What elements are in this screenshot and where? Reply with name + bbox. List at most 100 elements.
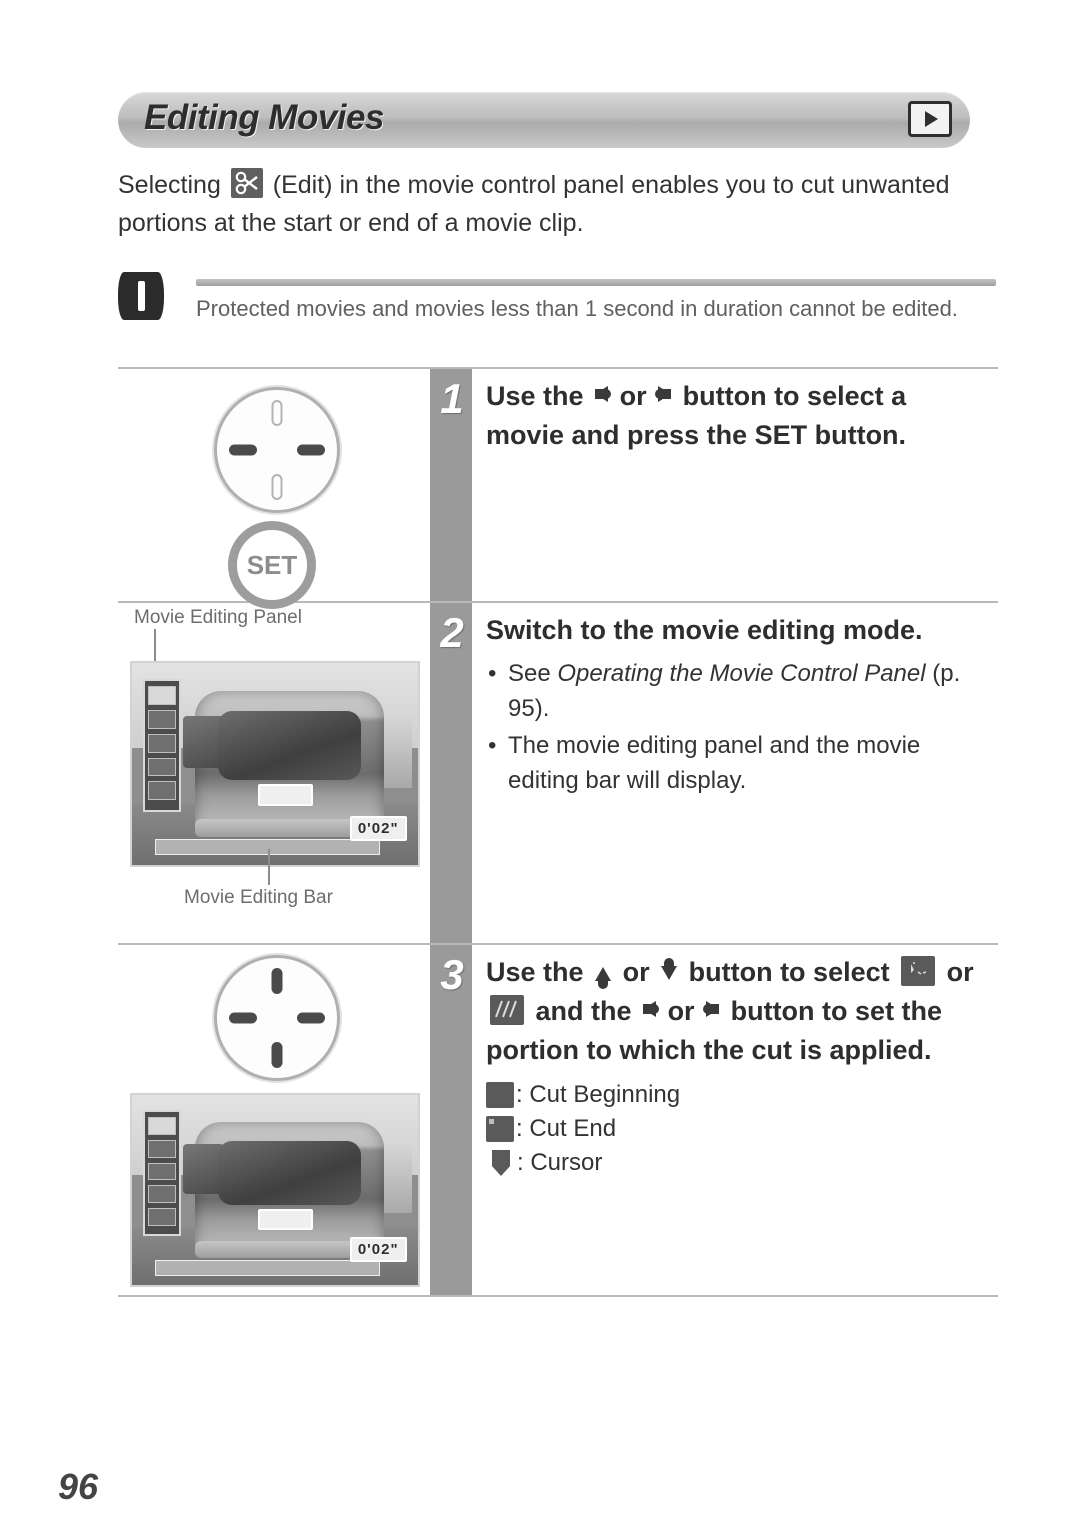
panel-item-exit [148,781,176,801]
step-3-number-bar: 3 [430,945,472,1295]
playback-mode-icon [908,101,952,137]
right-arrow-icon-2 [703,1001,720,1017]
exclamation-mark [137,281,145,311]
cut-legend: : Cut Beginning : Cut End : Cursor [486,1078,988,1180]
step-2-bullet-2: The movie editing panel and the movie ed… [486,728,988,798]
step-1-body: Use the or button to select a movie and … [472,369,998,601]
cut-end-icon-legend [486,1116,514,1142]
photo-tram-roof [200,681,367,692]
dial-down-marker-on [271,1042,283,1068]
step-2-number-bar: 2 [430,603,472,943]
movie-editing-panel-overlay-2 [143,1110,181,1236]
panel2-item-cut-beginning [148,1117,176,1135]
movie-editing-screen-photo: 0'02" [130,661,420,867]
dial-up-marker-on [271,968,283,994]
step-row-2: Movie Editing Panel 0'02" Movie Editing … [118,603,998,945]
down-arrow-icon [661,958,678,980]
step-row-3: 0'02" 3 Use the or button to select or a… [118,945,998,1297]
intro-paragraph: Selecting (Edit) in the movie control pa… [118,166,998,242]
scissors-edit-icon [230,168,263,198]
dial-up-marker [271,400,283,426]
left-arrow-icon [595,386,612,402]
panel-item-play [148,733,176,753]
step-3-body: Use the or button to select or and the o… [472,945,998,1295]
callout-line-bottom [268,849,270,885]
step-2-bullet-1: See Operating the Movie Control Panel (p… [486,656,988,726]
set-button-illustration: SET [228,521,316,609]
step-row-1: SET 1 Use the or button to select a movi… [118,369,998,609]
step-2-bullet-1-italic: Operating the Movie Control Panel [557,660,926,687]
step-3-heading-part2: or [622,957,650,987]
up-arrow-icon [595,967,612,989]
dial-down-marker [271,474,283,500]
callout-label-movie-editing-panel: Movie Editing Panel [134,607,302,628]
panel2-item-save [148,1185,176,1204]
photo2-timecode: 0'02" [349,1237,407,1263]
photo2-tram-roof [200,1112,367,1122]
panel2-item-play [148,1162,176,1181]
legend-row-cut-end: : Cut End [486,1112,988,1146]
cut-beginning-icon [901,956,936,986]
step-2-heading: Switch to the movie editing mode. [486,615,923,645]
step-3-heading-part3: button to select [688,957,890,987]
photo-tram-plate [257,784,314,807]
omni-selector-dial-step1 [214,387,340,513]
movie-editing-bar-overlay-2 [154,1260,380,1276]
step-1-heading: Use the or button to select a movie and … [486,377,988,455]
step-2-bullets: See Operating the Movie Control Panel (p… [486,656,988,798]
step-1-illustration: SET [118,369,430,609]
panel-item-cut-end [148,709,176,729]
steps-table: SET 1 Use the or button to select a movi… [118,367,998,1297]
cut-end-icon [490,995,524,1025]
movie-editing-screen-photo-2: 0'02" [130,1093,420,1287]
step-2-bullet-2-post: The movie editing panel and the movie ed… [508,732,921,794]
play-triangle-icon [925,111,938,127]
photo2-tram-plate [257,1209,314,1231]
cut-beginning-icon-legend [486,1082,514,1108]
legend-label-cut-end: : Cut End [516,1115,617,1142]
panel2-item-exit [148,1208,176,1227]
photo2-tram-bumper [194,1241,373,1259]
step-1-heading-part1: Use the [486,381,584,411]
dial-left-marker-on [229,1012,257,1024]
dial-right-marker [297,444,325,456]
step-3-number: 3 [440,951,464,998]
step-2-bullet-1-pre: See [508,660,551,687]
photo2-tram-windshield [217,1140,361,1206]
page-number: 96 [58,1466,99,1507]
step-3-heading: Use the or button to select or and the o… [486,953,988,1070]
step-2-illustration: Movie Editing Panel 0'02" Movie Editing … [118,603,430,943]
legend-row-cursor: : Cursor [486,1146,988,1180]
legend-label-cut-beginning: : Cut Beginning [516,1081,681,1108]
section-header-band: Editing Movies [118,92,970,148]
step-3-heading-part5: and the [535,996,632,1026]
callout-label-movie-editing-bar: Movie Editing Bar [184,887,333,908]
intro-text-before: Selecting [118,171,221,199]
panel-item-cut-beginning [148,686,176,705]
step-2-number: 2 [440,609,464,656]
legend-label-cursor: : Cursor [517,1149,603,1176]
movie-editing-panel-overlay [143,679,181,813]
set-button-label: SET [246,549,298,580]
legend-row-cut-beginning: : Cut Beginning [486,1078,988,1112]
note-divider-rule [196,279,996,286]
step-3-heading-part6: or [667,996,695,1026]
step-1-heading-part2: or [619,381,647,411]
omni-selector-dial-step3 [214,955,340,1081]
step-3-illustration: 0'02" [118,945,430,1295]
step-2-body: Switch to the movie editing mode. See Op… [472,603,998,943]
right-arrow-icon [655,386,672,402]
step-1-number: 1 [440,375,464,422]
step-3-heading-part1: Use the [486,957,584,987]
step-1-number-bar: 1 [430,369,472,601]
photo-timecode: 0'02" [349,815,407,841]
panel-item-save [148,757,176,777]
page-title: Editing Movies [144,98,384,137]
caution-exclamation-icon [118,272,164,320]
dial-left-marker [229,444,257,456]
cursor-icon-legend [492,1150,510,1176]
panel2-item-cut-end [148,1139,176,1158]
callout-line-top [154,629,156,663]
photo-tram-bumper [194,818,373,837]
step-3-heading-part4: or [946,957,974,987]
